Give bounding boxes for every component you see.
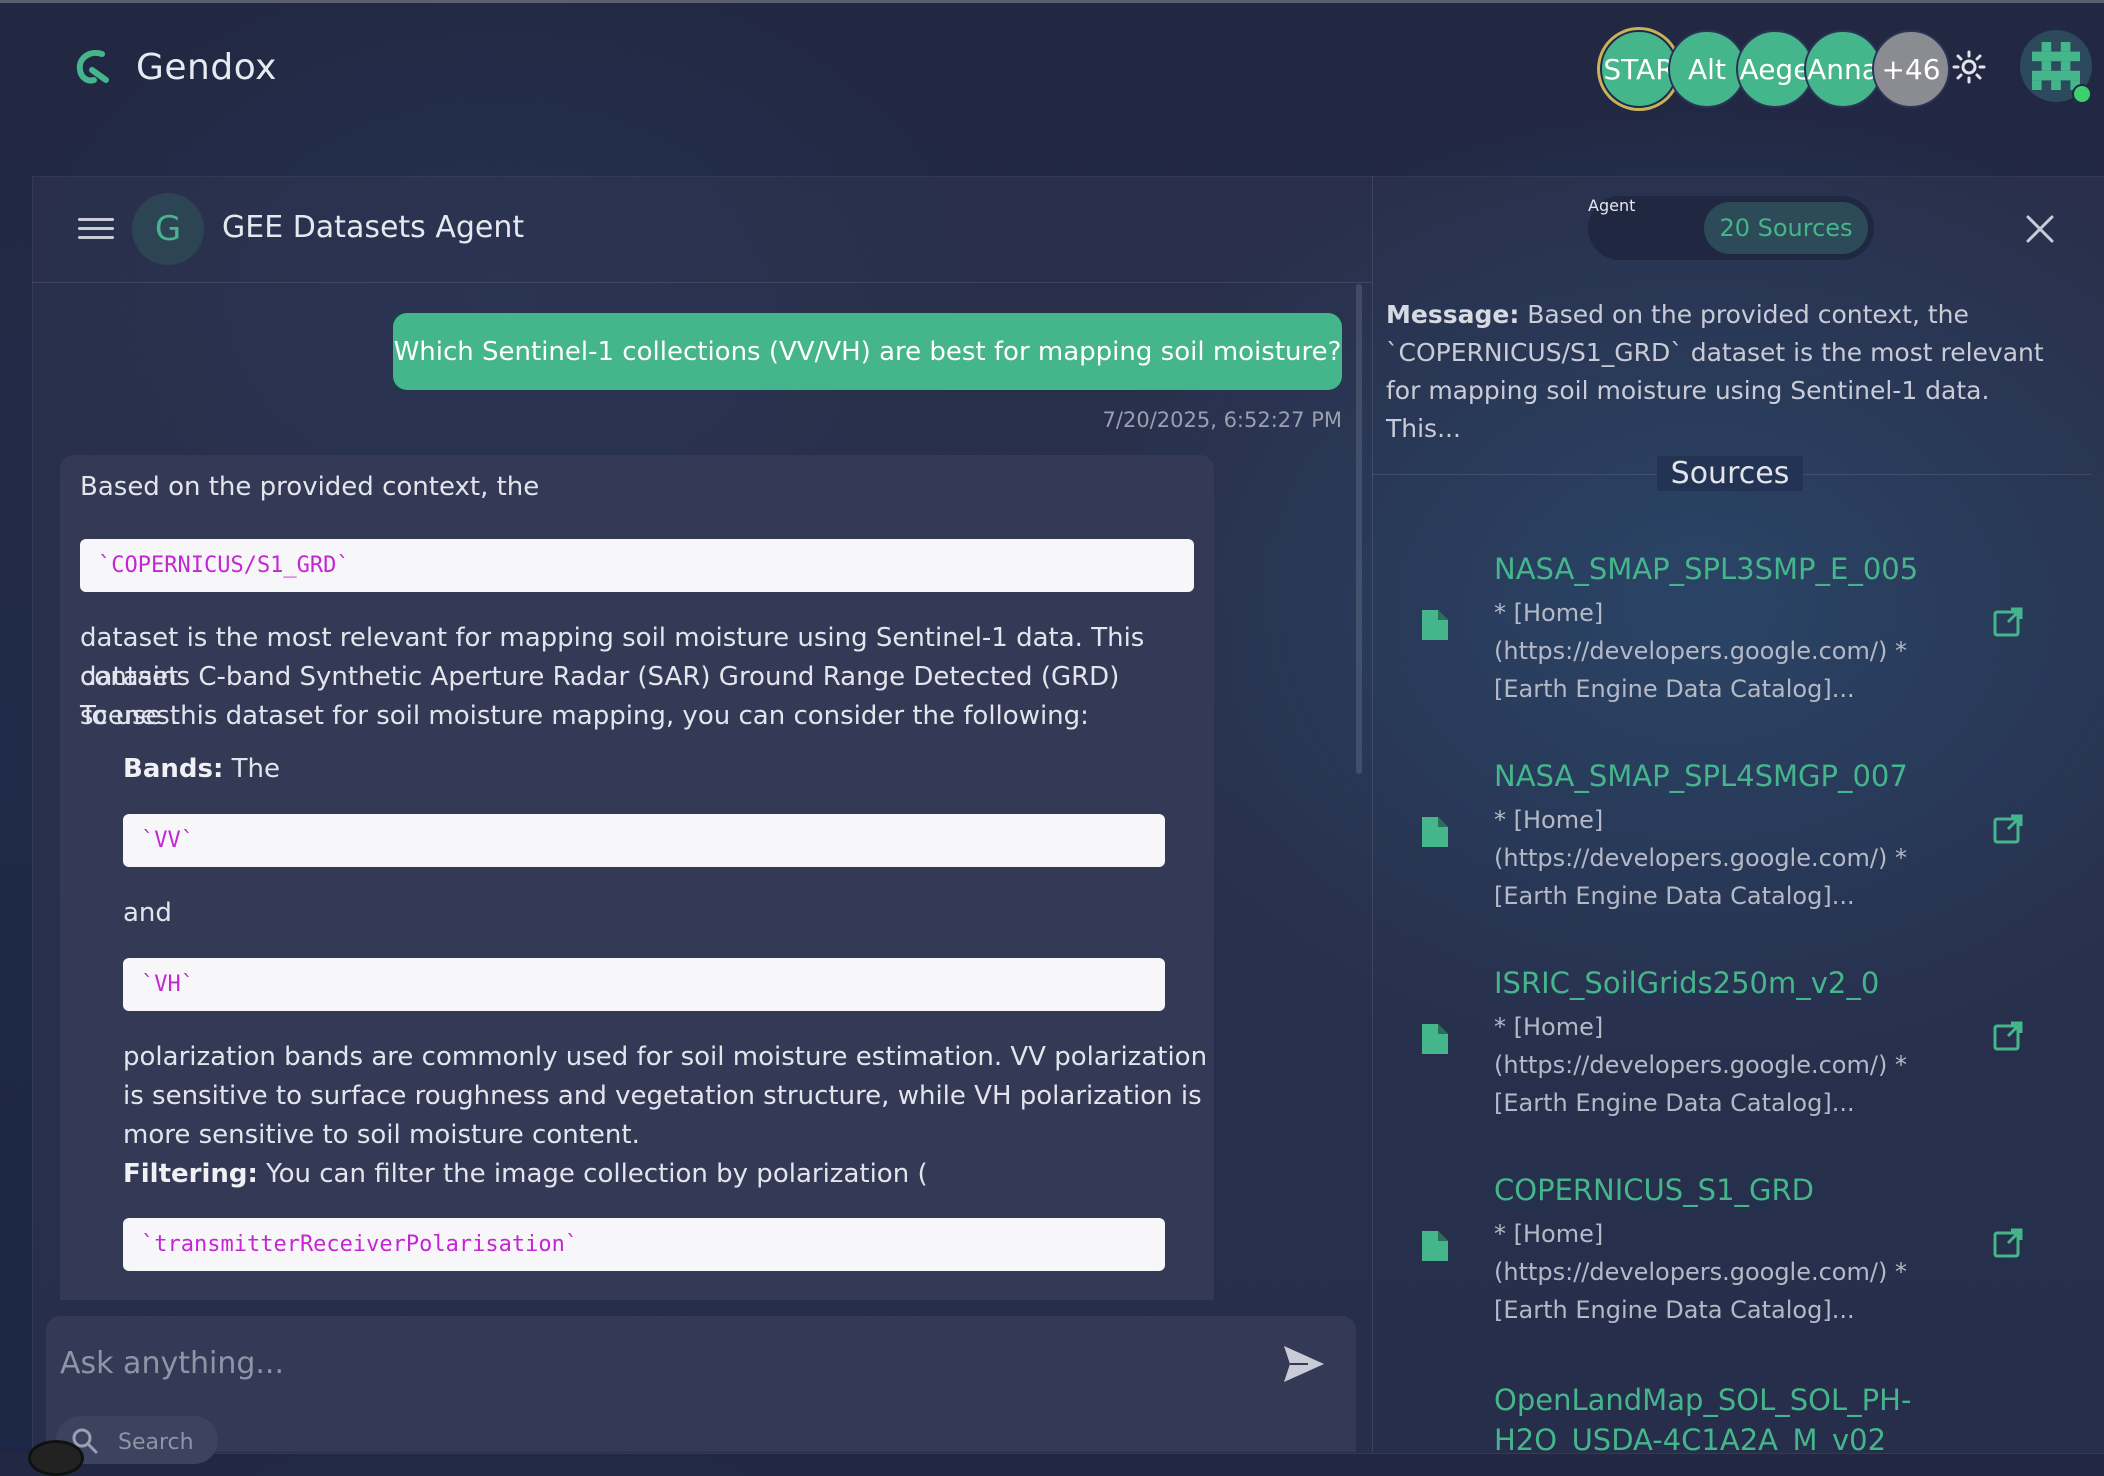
code-dataset: `COPERNICUS/S1_GRD` (80, 539, 1194, 592)
brand-name: Gendox (136, 46, 277, 88)
source-item[interactable]: OpenLandMap_SOL_SOL_PH-H2O_USDA-4C1A2A_M… (1420, 1380, 2060, 1452)
online-status-dot (2072, 84, 2092, 104)
panel-divider (1372, 176, 1373, 1452)
source-description: * [Home] (https://developers.google.com/… (1494, 1220, 1907, 1324)
more-members-count[interactable]: +46 (1872, 30, 1950, 108)
bands-text: The (223, 754, 280, 784)
response-intro: Based on the provided context, the (80, 472, 540, 502)
source-description: * [Home] (https://developers.google.com/… (1494, 599, 1907, 703)
search-label: Search (118, 1430, 194, 1455)
response-paragraph-line: To use this dataset for soil moisture ma… (80, 701, 1089, 731)
source-description: * [Home] (https://developers.google.com/… (1494, 806, 1907, 910)
message-summary: Message: Based on the provided context, … (1386, 296, 2066, 448)
floating-widget[interactable] (28, 1440, 84, 1476)
identicon-avatar-icon (2032, 42, 2080, 90)
agent-response: Based on the provided context, the `COPE… (60, 455, 1214, 1300)
source-item[interactable]: ISRIC_SoilGrids250m_v2_0 * [Home] (https… (1420, 966, 2060, 1166)
agent-name: GEE Datasets Agent (222, 210, 525, 245)
source-item[interactable]: NASA_SMAP_SPL4SMGP_007 * [Home] (https:/… (1420, 759, 2060, 959)
open-external-icon[interactable] (1992, 1227, 2024, 1259)
bands-item: Bands: The (123, 750, 280, 789)
member-avatar[interactable]: Aege (1736, 30, 1814, 108)
message-input[interactable]: Ask anything... (60, 1346, 284, 1381)
source-item[interactable]: NASA_SMAP_SPL3SMP_E_005 * [Home] (https:… (1420, 552, 2060, 752)
response-paragraph-line: is sensitive to surface roughness and ve… (123, 1081, 1202, 1111)
source-title[interactable]: COPERNICUS_S1_GRD (1494, 1173, 1814, 1207)
send-button[interactable] (1282, 1344, 1330, 1388)
code-vh: `VH` (123, 958, 1165, 1011)
open-external-icon[interactable] (1992, 606, 2024, 638)
open-external-icon[interactable] (1992, 1020, 2024, 1052)
theme-toggle-button[interactable] (1948, 46, 1990, 88)
source-item[interactable]: COPERNICUS_S1_GRD * [Home] (https://deve… (1420, 1173, 2060, 1373)
document-icon (1422, 817, 1448, 847)
sun-icon (1952, 50, 1986, 84)
filtering-text: You can filter the image collection by p… (257, 1159, 928, 1189)
bands-label: Bands: (123, 754, 224, 784)
source-title[interactable]: NASA_SMAP_SPL3SMP_E_005 (1494, 552, 1918, 586)
user-message: Which Sentinel-1 collections (VV/VH) are… (393, 313, 1342, 390)
menu-icon[interactable] (76, 212, 116, 246)
message-composer (46, 1316, 1356, 1452)
response-paragraph-line: polarization bands are commonly used for… (123, 1042, 1208, 1072)
send-icon (1284, 1346, 1324, 1382)
message-timestamp: 7/20/2025, 6:52:27 PM (1102, 408, 1342, 432)
document-icon (1422, 610, 1448, 640)
brand[interactable]: Gendox (72, 42, 277, 92)
filtering-item: Filtering: You can filter the image coll… (123, 1155, 928, 1194)
filtering-label: Filtering: (123, 1159, 258, 1189)
close-icon (2026, 215, 2054, 243)
document-icon (1422, 1231, 1448, 1261)
sources-title: Sources (1650, 456, 1810, 491)
and-text: and (123, 898, 172, 928)
gendox-logo-icon (76, 50, 109, 84)
member-avatar[interactable]: STAR (1600, 30, 1678, 108)
source-title[interactable]: ISRIC_SoilGrids250m_v2_0 (1494, 966, 1879, 1000)
source-description: * [Home] (https://developers.google.com/… (1494, 1013, 1907, 1117)
tab-sources[interactable]: 20 Sources (1704, 202, 1868, 254)
member-avatar[interactable]: Anna (1804, 30, 1882, 108)
close-panel-button[interactable] (2024, 213, 2056, 245)
workspace-members[interactable]: STAR Alt Aege Anna +46 (1600, 30, 1950, 108)
open-external-icon[interactable] (1992, 813, 2024, 845)
response-paragraph-line: more sensitive to soil moisture content. (123, 1120, 640, 1150)
window-top-border (0, 0, 2104, 3)
code-polarisation: `transmitterReceiverPolarisation` (123, 1218, 1165, 1271)
document-icon (1422, 1024, 1448, 1054)
chat-scrollbar[interactable] (1356, 284, 1362, 774)
message-label: Message: (1386, 300, 1520, 329)
source-title[interactable]: OpenLandMap_SOL_SOL_PH-H2O_USDA-4C1A2A_M… (1494, 1380, 1994, 1452)
source-title[interactable]: NASA_SMAP_SPL4SMGP_007 (1494, 759, 1908, 793)
agent-avatar: G (132, 193, 204, 265)
member-avatar[interactable]: Alt (1668, 30, 1746, 108)
code-vv: `VV` (123, 814, 1165, 867)
